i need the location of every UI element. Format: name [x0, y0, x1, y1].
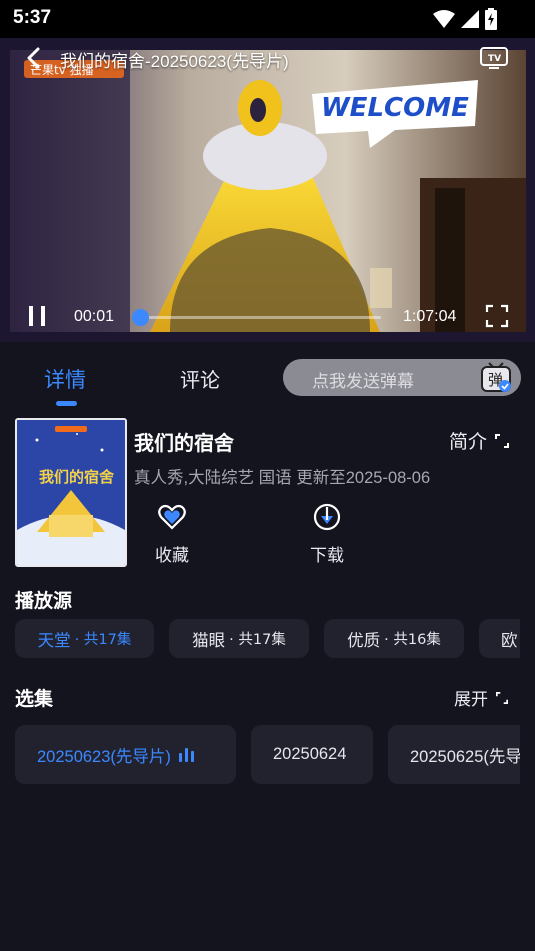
heart-icon — [158, 504, 186, 530]
progress-bar[interactable] — [132, 309, 381, 326]
battery-icon — [485, 8, 497, 30]
danmaku-toggle-icon[interactable]: 弹 — [479, 361, 513, 394]
expand-episodes-button[interactable]: 展开 — [454, 685, 508, 710]
episode-item[interactable]: 20250625(先导 — [388, 725, 520, 784]
pause-icon[interactable] — [26, 304, 48, 328]
player-top-bar: 我们的宿舍-20250623(先导片) TV — [0, 38, 535, 78]
content-tabs: 详情 评论 点我发送弹幕 弹 — [0, 342, 535, 408]
playing-indicator-icon — [178, 747, 194, 762]
episode-item[interactable]: 20250624 — [251, 725, 373, 784]
video-player[interactable]: WELCOME 芒果tv 独播 我们的宿舍-20250623(先导片) TV 0… — [0, 38, 535, 342]
episode-list: 20250623(先导片) 20250624 20250625(先导 — [0, 725, 520, 785]
welcome-banner-text: WELCOME — [321, 93, 469, 123]
source-chip[interactable]: 欧 — [479, 619, 520, 658]
download-button[interactable]: 下载 — [297, 502, 357, 566]
cast-tv-icon[interactable]: TV — [479, 46, 509, 70]
danmaku-placeholder: 点我发送弹幕 — [312, 372, 414, 392]
poster-art: 我们的宿舍 — [17, 420, 125, 565]
signal-icon — [461, 10, 479, 28]
expand-corner-icon — [495, 433, 510, 448]
favorite-button[interactable]: 收藏 — [142, 502, 202, 566]
download-icon — [313, 503, 341, 531]
source-chip[interactable]: 天堂 · 共17集 — [15, 619, 154, 658]
episode-section-title: 选集 — [15, 688, 54, 710]
video-title: 我们的宿舍-20250623(先导片) — [60, 52, 289, 71]
status-time: 5:37 — [13, 7, 52, 28]
tab-comment[interactable]: 评论 — [180, 364, 220, 393]
wifi-icon — [433, 10, 455, 28]
svg-text:我们的宿舍: 我们的宿舍 — [39, 468, 115, 486]
source-chip[interactable]: 猫眼 · 共17集 — [169, 619, 309, 658]
tab-detail[interactable]: 详情 — [44, 364, 86, 394]
episode-item[interactable]: 20250623(先导片) — [15, 725, 236, 784]
expand-corner-icon — [496, 691, 508, 704]
synopsis-button[interactable]: 简介 — [449, 427, 510, 454]
danmaku-input[interactable]: 点我发送弹幕 弹 — [283, 359, 521, 396]
show-meta: 真人秀,大陆综艺 国语 更新至2025-08-06 — [134, 469, 431, 487]
status-bar: 5:37 — [0, 0, 535, 38]
show-title: 我们的宿舍 — [134, 431, 234, 455]
fullscreen-icon[interactable] — [485, 304, 509, 328]
tab-indicator — [56, 401, 77, 406]
show-poster[interactable]: 我们的宿舍 — [15, 418, 127, 567]
current-time: 00:01 — [74, 308, 115, 325]
progress-handle[interactable] — [132, 309, 150, 326]
expand-label: 展开 — [454, 690, 488, 710]
synopsis-label: 简介 — [449, 431, 488, 453]
player-controls: 00:01 1:07:04 — [0, 292, 535, 342]
source-chip[interactable]: 优质 · 共16集 — [324, 619, 464, 658]
svg-text:TV: TV — [488, 54, 501, 64]
back-arrow-icon[interactable] — [22, 46, 46, 70]
download-label: 下载 — [310, 546, 344, 566]
favorite-label: 收藏 — [155, 546, 189, 566]
status-icons — [433, 8, 497, 30]
source-list: 天堂 · 共17集 猫眼 · 共17集 优质 · 共16集 欧 — [0, 619, 520, 659]
total-time: 1:07:04 — [403, 308, 457, 325]
source-section-title: 播放源 — [15, 590, 73, 612]
